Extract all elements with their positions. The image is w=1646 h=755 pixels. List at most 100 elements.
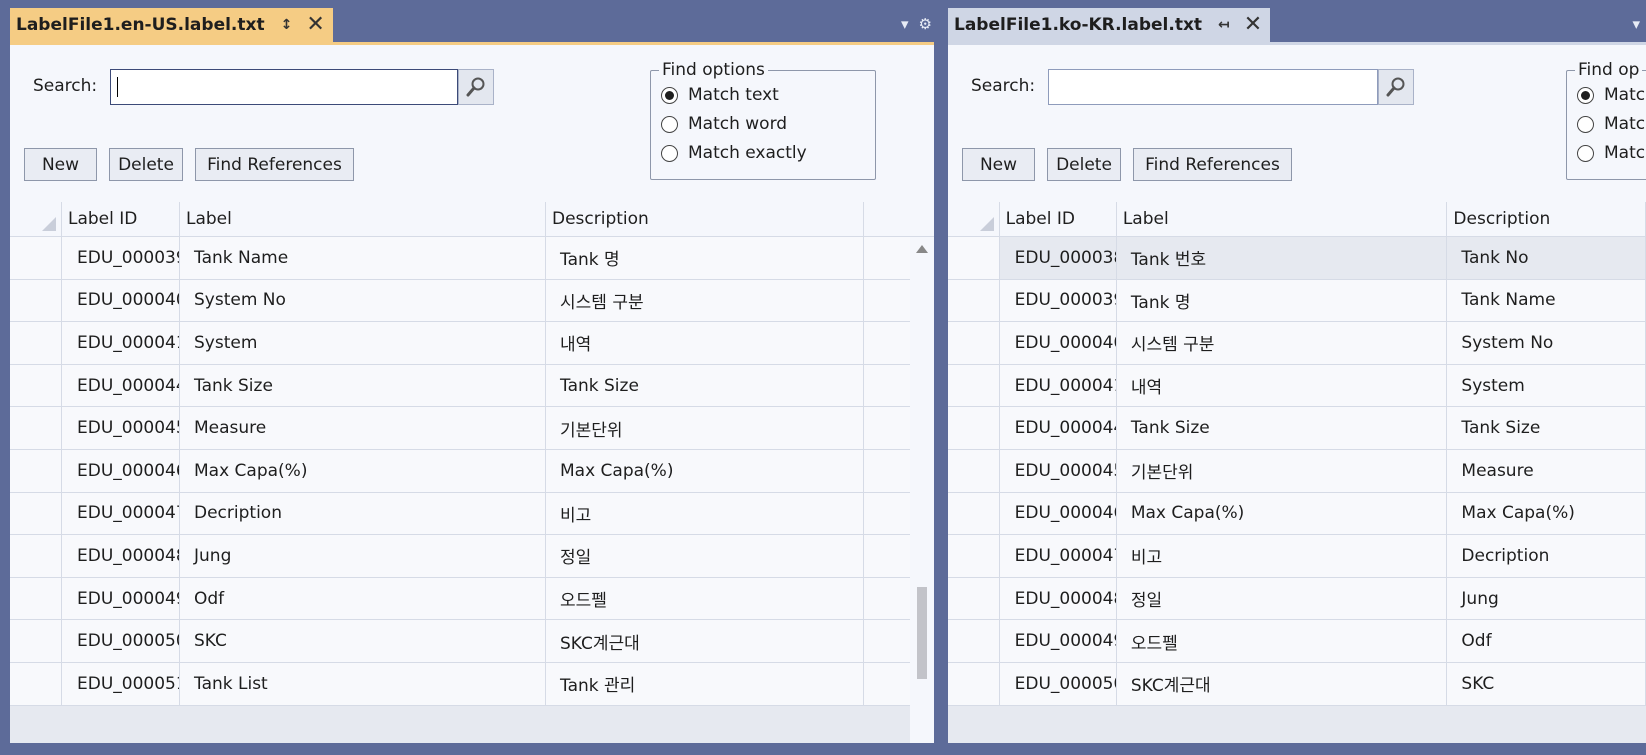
scrollbar-thumb[interactable] bbox=[917, 587, 927, 679]
row-header[interactable] bbox=[10, 364, 62, 407]
description-cell[interactable]: Tank 관리 bbox=[546, 662, 864, 705]
tab-label-file-ko-kr[interactable]: LabelFile1.ko-KR.label.txt ↤ ✕ bbox=[948, 8, 1271, 42]
label-id-cell[interactable]: EDU_000041 bbox=[62, 322, 180, 364]
table-row-partial[interactable] bbox=[948, 705, 1646, 743]
label-cell[interactable]: 시스템 구분 bbox=[1117, 322, 1448, 364]
description-cell[interactable]: Odf bbox=[1447, 620, 1646, 662]
table-row[interactable]: EDU_000048 Jung 정일 bbox=[10, 535, 934, 578]
label-id-cell[interactable]: EDU_000044 bbox=[62, 364, 180, 407]
description-cell[interactable]: Decription bbox=[1447, 535, 1646, 577]
label-id-cell[interactable]: EDU_000044 bbox=[1000, 407, 1117, 449]
table-row[interactable]: EDU_000044 Tank Size Tank Size bbox=[10, 364, 934, 408]
label-id-cell[interactable]: EDU_000045 bbox=[1000, 449, 1117, 492]
table-row[interactable]: EDU_000049 오드펠 Odf bbox=[948, 620, 1646, 663]
gear-icon[interactable]: ⚙ bbox=[919, 15, 932, 33]
pin-icon[interactable]: ↤ bbox=[1218, 17, 1230, 33]
radio-match-text[interactable]: Matc bbox=[1577, 85, 1645, 105]
label-id-cell[interactable]: EDU_000039 bbox=[62, 237, 180, 279]
select-all-corner[interactable] bbox=[10, 202, 62, 236]
label-cell[interactable]: System bbox=[180, 322, 546, 364]
row-header[interactable] bbox=[948, 535, 1000, 577]
radio-match-word[interactable]: Match word bbox=[661, 114, 787, 134]
new-button[interactable]: New bbox=[962, 148, 1035, 181]
label-cell[interactable]: Tank 명 bbox=[1117, 279, 1448, 322]
label-id-cell[interactable]: EDU_000040 bbox=[1000, 322, 1117, 364]
table-row[interactable]: EDU_000047 Decription 비고 bbox=[10, 492, 934, 536]
label-id-cell[interactable]: EDU_000038 bbox=[1000, 237, 1117, 279]
description-cell[interactable]: SKC bbox=[1447, 662, 1646, 705]
table-row[interactable]: EDU_000048 정일 Jung bbox=[948, 577, 1646, 621]
search-button[interactable] bbox=[1378, 69, 1414, 105]
description-cell[interactable]: Tank 명 bbox=[546, 237, 864, 279]
row-header[interactable] bbox=[10, 322, 62, 364]
table-row[interactable]: EDU_000039 Tank 명 Tank Name bbox=[948, 279, 1646, 323]
table-row[interactable]: EDU_000046 Max Capa(%) Max Capa(%) bbox=[948, 492, 1646, 536]
row-header[interactable] bbox=[948, 577, 1000, 620]
radio-match-exactly[interactable]: Match exactly bbox=[661, 143, 807, 163]
find-references-button[interactable]: Find References bbox=[1133, 148, 1292, 181]
label-id-cell[interactable]: EDU_000048 bbox=[1000, 577, 1117, 620]
row-header[interactable] bbox=[10, 279, 62, 322]
label-id-cell[interactable]: EDU_000046 bbox=[62, 449, 180, 492]
label-id-cell[interactable]: EDU_000047 bbox=[62, 492, 180, 535]
label-cell[interactable]: Tank Size bbox=[1117, 407, 1448, 449]
label-cell[interactable]: Tank List bbox=[180, 662, 546, 705]
label-id-cell[interactable]: EDU_000046 bbox=[1000, 492, 1117, 535]
radio-button-checked[interactable] bbox=[1577, 86, 1594, 104]
description-cell[interactable]: Tank Name bbox=[1447, 279, 1646, 322]
table-row[interactable]: EDU_000050 SKC SKC계근대 bbox=[10, 620, 934, 663]
tab-label-file-en-us[interactable]: LabelFile1.en-US.label.txt ↕ ✕ bbox=[10, 8, 333, 42]
description-cell[interactable]: 정일 bbox=[546, 535, 864, 577]
search-input[interactable] bbox=[1048, 69, 1378, 105]
select-all-corner[interactable] bbox=[948, 202, 1000, 236]
label-id-cell[interactable]: EDU_000040 bbox=[62, 279, 180, 322]
search-button[interactable] bbox=[458, 69, 494, 105]
label-id-cell[interactable]: EDU_000047 bbox=[1000, 535, 1117, 577]
find-references-button[interactable]: Find References bbox=[195, 148, 354, 181]
table-row[interactable]: EDU_000051 Tank List Tank 관리 bbox=[10, 662, 934, 706]
row-header[interactable] bbox=[10, 407, 62, 449]
vertical-scrollbar[interactable] bbox=[910, 237, 934, 743]
new-button[interactable]: New bbox=[24, 148, 97, 181]
label-cell[interactable]: 기본단위 bbox=[1117, 449, 1448, 492]
table-row[interactable]: EDU_000045 Measure 기본단위 bbox=[10, 407, 934, 450]
row-header[interactable] bbox=[10, 492, 62, 535]
label-id-cell[interactable]: EDU_000039 bbox=[1000, 279, 1117, 322]
description-cell[interactable]: Measure bbox=[1447, 449, 1646, 492]
label-id-cell[interactable]: EDU_000051 bbox=[62, 662, 180, 705]
pin-icon[interactable]: ↕ bbox=[281, 17, 293, 33]
radio-match-text[interactable]: Match text bbox=[661, 85, 779, 105]
radio-button-checked[interactable] bbox=[661, 86, 678, 104]
row-header[interactable] bbox=[948, 364, 1000, 407]
row-header[interactable] bbox=[948, 322, 1000, 364]
label-id-cell[interactable]: EDU_000050 bbox=[1000, 662, 1117, 705]
table-row[interactable]: EDU_000047 비고 Decription bbox=[948, 535, 1646, 578]
description-cell[interactable]: Jung bbox=[1447, 577, 1646, 620]
column-header-description[interactable]: Description bbox=[1447, 202, 1646, 236]
label-id-cell[interactable]: EDU_000048 bbox=[62, 535, 180, 577]
label-cell[interactable]: 정일 bbox=[1117, 577, 1448, 620]
row-header[interactable] bbox=[948, 237, 1000, 279]
row-header[interactable] bbox=[948, 492, 1000, 535]
column-header-label[interactable]: Label bbox=[1117, 202, 1448, 236]
chevron-down-icon[interactable]: ▾ bbox=[1632, 15, 1640, 33]
label-cell[interactable]: Tank Size bbox=[180, 364, 546, 407]
column-header-label-id[interactable]: Label ID bbox=[1000, 202, 1117, 236]
description-cell[interactable]: Tank Size bbox=[1447, 407, 1646, 449]
label-id-cell[interactable]: EDU_000041 bbox=[1000, 364, 1117, 407]
row-header[interactable] bbox=[10, 620, 62, 662]
radio-match-exactly[interactable]: Matc bbox=[1577, 143, 1645, 163]
label-cell[interactable]: 내역 bbox=[1117, 364, 1448, 407]
row-header[interactable] bbox=[948, 620, 1000, 662]
radio-button[interactable] bbox=[661, 115, 678, 133]
label-id-cell[interactable]: EDU_000049 bbox=[1000, 620, 1117, 662]
table-row[interactable]: EDU_000045 기본단위 Measure bbox=[948, 449, 1646, 493]
table-row[interactable]: EDU_000041 System 내역 bbox=[10, 322, 934, 365]
delete-button[interactable]: Delete bbox=[109, 148, 183, 181]
label-cell[interactable]: SKC bbox=[180, 620, 546, 662]
table-row[interactable]: EDU_000046 Max Capa(%) Max Capa(%) bbox=[10, 449, 934, 493]
description-cell[interactable]: 비고 bbox=[546, 492, 864, 535]
label-cell[interactable]: Odf bbox=[180, 577, 546, 620]
table-row[interactable]: EDU_000049 Odf 오드펠 bbox=[10, 577, 934, 621]
description-cell[interactable]: Max Capa(%) bbox=[546, 449, 864, 492]
